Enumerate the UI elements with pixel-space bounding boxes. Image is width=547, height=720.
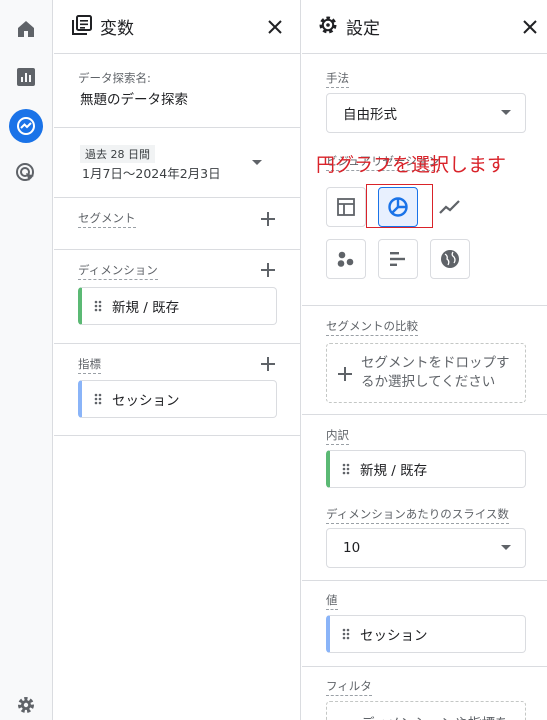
segment-drop-text: セグメントをドロップするか選択してください xyxy=(361,355,510,390)
chevron-down-icon xyxy=(501,545,511,550)
annotation-callout: 円グラフを選択します xyxy=(316,154,507,176)
add-segment-plus-icon[interactable] xyxy=(260,211,276,227)
drag-handle-icon[interactable] xyxy=(94,300,102,312)
breakdown-chip[interactable]: 新規 / 既存 xyxy=(326,450,526,488)
settings-panel: 設定 手法 自由形式 ビジュアリゼーション セグメントの比較 セグメントをドロッ… xyxy=(302,0,547,720)
scatter-viz-button[interactable] xyxy=(326,239,366,279)
segments-section: セグメント xyxy=(54,198,300,250)
technique-select[interactable]: 自由形式 xyxy=(326,93,526,133)
globe-icon xyxy=(441,250,459,268)
drag-handle-icon[interactable] xyxy=(94,393,102,405)
metric-chip-label: セッション xyxy=(112,393,180,409)
variables-icon xyxy=(72,14,92,39)
table-icon xyxy=(337,198,355,216)
variables-panel: 変数 データ探索名: 無題のデータ探索 過去 28 日間 1月7日～2024年2… xyxy=(54,0,301,720)
left-nav-rail xyxy=(0,0,53,720)
dimension-chip-label: 新規 / 既存 xyxy=(112,300,180,316)
admin-gear-icon[interactable] xyxy=(9,688,43,720)
drag-handle-icon[interactable] xyxy=(342,628,350,640)
date-range-section[interactable]: 過去 28 日間 1月7日～2024年2月3日 xyxy=(54,128,300,198)
reports-icon[interactable] xyxy=(9,60,43,94)
add-dimension-plus-icon[interactable] xyxy=(260,262,276,278)
date-range-text: 1月7日～2024年2月3日 xyxy=(82,166,221,181)
close-icon[interactable] xyxy=(519,16,541,38)
geo-map-viz-button[interactable] xyxy=(430,239,470,279)
exploration-name-input[interactable]: 無題のデータ探索 xyxy=(80,88,188,108)
divider xyxy=(302,580,547,581)
add-metric-plus-icon[interactable] xyxy=(260,356,276,372)
technique-label: 手法 xyxy=(326,70,349,88)
scatter-plot-icon xyxy=(337,251,354,267)
drag-handle-icon[interactable] xyxy=(342,463,350,475)
line-chart-icon xyxy=(439,200,460,214)
segment-drop-zone[interactable]: セグメントをドロップするか選択してください xyxy=(326,343,526,403)
slices-select[interactable]: 10 xyxy=(326,528,526,568)
dimension-chip-new-returning[interactable]: 新規 / 既存 xyxy=(78,287,277,325)
breakdown-label: 内訳 xyxy=(326,427,349,445)
values-chip-label: セッション xyxy=(360,628,428,644)
divider xyxy=(302,305,547,306)
dimensions-section: ディメンション 新規 / 既存 xyxy=(54,250,300,344)
settings-title: 設定 xyxy=(346,19,380,39)
filter-label: フィルタ xyxy=(326,678,372,696)
line-chart-viz-button[interactable] xyxy=(430,187,470,227)
home-icon[interactable] xyxy=(9,12,43,46)
dimensions-label: ディメンション xyxy=(78,262,158,280)
variables-header: 変数 xyxy=(54,0,300,54)
annotation-highlight-box xyxy=(366,184,433,228)
plus-icon xyxy=(338,367,352,381)
advertising-icon[interactable] xyxy=(9,156,43,190)
settings-gear-icon xyxy=(318,15,338,39)
exploration-name-label: データ探索名: xyxy=(78,71,151,85)
filter-drop-text: ディメンションや指標を xyxy=(361,712,509,720)
variables-title: 変数 xyxy=(100,19,134,39)
breakdown-chip-label: 新規 / 既存 xyxy=(360,463,428,479)
values-chip[interactable]: セッション xyxy=(326,615,526,653)
close-icon[interactable] xyxy=(264,16,286,38)
values-label: 値 xyxy=(326,592,338,610)
slices-value: 10 xyxy=(343,540,361,556)
divider xyxy=(302,666,547,667)
table-viz-button[interactable] xyxy=(326,187,366,227)
chevron-down-icon xyxy=(501,110,511,115)
metrics-section: 指標 セッション xyxy=(54,344,300,436)
filter-drop-zone[interactable]: ディメンションや指標を xyxy=(326,701,526,720)
technique-value: 自由形式 xyxy=(343,107,397,123)
slices-label: ディメンションあたりのスライス数 xyxy=(326,506,509,524)
date-range-badge: 過去 28 日間 xyxy=(80,145,155,163)
segments-label: セグメント xyxy=(78,210,136,228)
metrics-label: 指標 xyxy=(78,356,101,374)
explore-icon[interactable] xyxy=(9,109,43,143)
bar-chart-viz-button[interactable] xyxy=(378,239,418,279)
metric-chip-sessions[interactable]: セッション xyxy=(78,380,277,418)
horizontal-bar-icon xyxy=(390,252,405,266)
divider xyxy=(302,414,547,415)
date-dropdown-caret-icon[interactable] xyxy=(252,160,262,165)
settings-header: 設定 xyxy=(302,0,547,54)
segment-compare-label: セグメントの比較 xyxy=(326,318,418,336)
exploration-name-section: データ探索名: 無題のデータ探索 xyxy=(54,54,300,128)
